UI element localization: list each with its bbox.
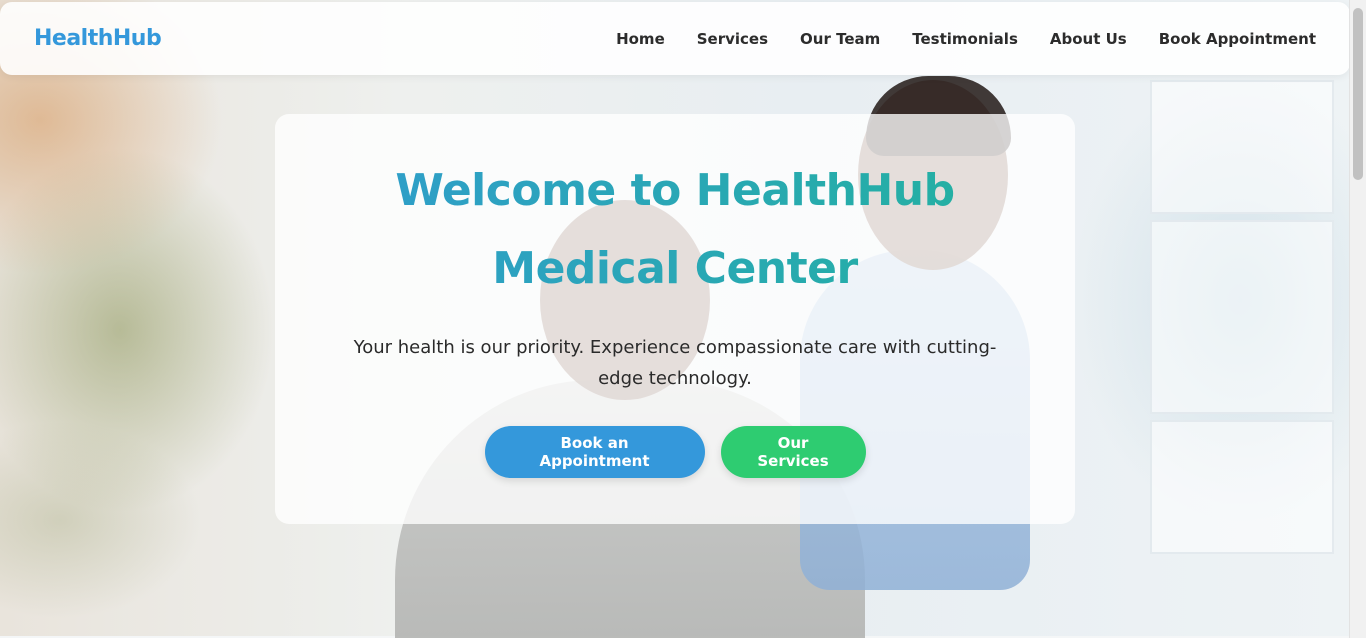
hero-buttons: Book an Appointment Our Services: [275, 426, 1075, 478]
navbar: HealthHub Home Services Our Team Testimo…: [0, 2, 1350, 75]
page: HealthHub Home Services Our Team Testimo…: [0, 0, 1366, 638]
cabinet-shelf: [1150, 420, 1334, 554]
page-scrollbar[interactable]: [1349, 0, 1366, 638]
nav-item-our-team[interactable]: Our Team: [800, 30, 880, 48]
scrollbar-thumb[interactable]: [1353, 8, 1363, 180]
cabinet-shelf: [1150, 80, 1334, 214]
nav-item-testimonials[interactable]: Testimonials: [912, 30, 1018, 48]
nav-item-book-appointment[interactable]: Book Appointment: [1159, 30, 1316, 48]
nav-item-services[interactable]: Services: [697, 30, 768, 48]
nav-links: Home Services Our Team Testimonials Abou…: [616, 30, 1316, 48]
brand-logo[interactable]: HealthHub: [34, 26, 162, 51]
nav-item-home[interactable]: Home: [616, 30, 665, 48]
hero-title: Welcome to HealthHub Medical Center: [365, 152, 985, 308]
hero-subtitle: Your health is our priority. Experience …: [353, 337, 997, 389]
book-appointment-button[interactable]: Book an Appointment: [484, 426, 705, 478]
hero-card: Welcome to HealthHub Medical Center Your…: [275, 114, 1075, 524]
nav-item-about-us[interactable]: About Us: [1050, 30, 1127, 48]
cabinet-shelf: [1150, 220, 1334, 414]
our-services-button[interactable]: Our Services: [720, 426, 866, 478]
